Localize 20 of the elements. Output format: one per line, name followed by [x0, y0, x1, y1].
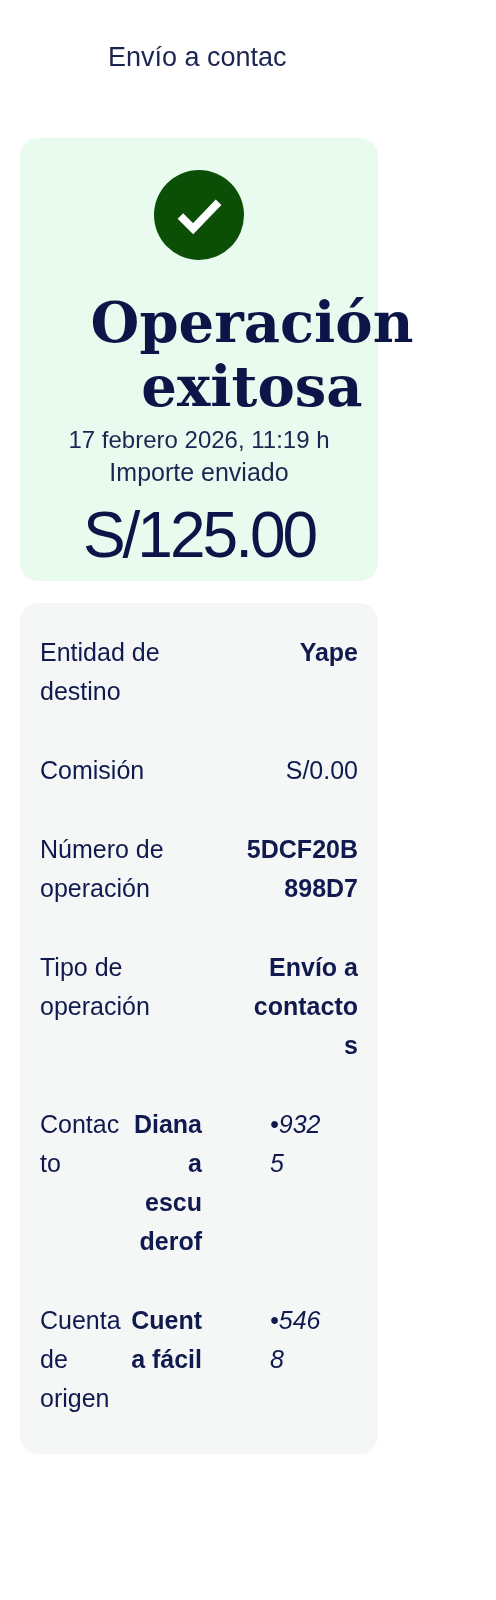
detail-label: Entidad de destino — [40, 637, 161, 707]
detail-label: Comisión — [40, 755, 146, 786]
masked-number: •5468 — [270, 1305, 322, 1375]
detail-label: Cuenta de origen — [40, 1305, 122, 1414]
success-check-icon — [154, 170, 244, 260]
masked-number: •9325 — [270, 1109, 322, 1179]
detail-value: 5DCF20B898D7 — [245, 834, 358, 904]
detail-label: Tipo de operación — [40, 952, 151, 1022]
detail-value: S/0.00 — [285, 755, 358, 786]
result-title: Operación exitosa — [89, 290, 415, 418]
amount-label: Importe enviado — [109, 458, 289, 487]
screen-title: Envío a contac — [108, 41, 287, 66]
detail-label: Contacto — [40, 1109, 121, 1179]
detail-value: Dianaa escuderof — [132, 1109, 202, 1257]
detail-value: Envío a contactos — [252, 952, 358, 1061]
detail-value: Yape — [299, 637, 358, 668]
detail-value: Cuenta fácil — [130, 1305, 202, 1375]
amount-value: S/125.00 — [82, 498, 316, 573]
detail-label: Número de operación — [40, 834, 165, 904]
operation-date: 17 febrero 2026, 11:19 h — [68, 426, 330, 454]
